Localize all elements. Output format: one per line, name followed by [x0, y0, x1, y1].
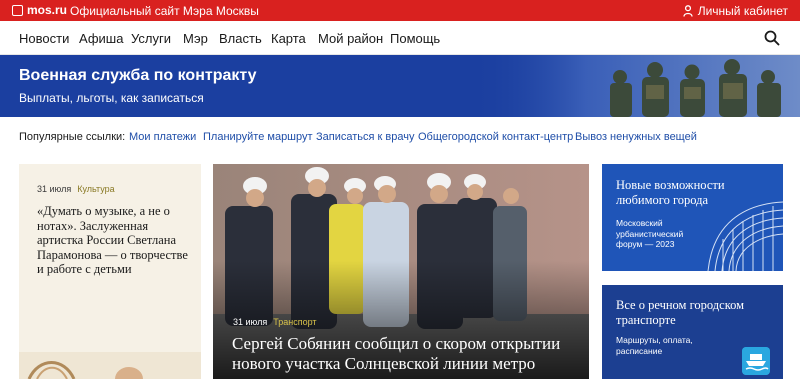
personal-cabinet-link[interactable]: Личный кабинет — [683, 4, 788, 18]
main-nav: Новости Афиша Услуги Мэр Власть Карта Мо… — [0, 21, 800, 55]
logo-text: mos.ru — [27, 3, 68, 17]
link-doctor-appointment[interactable]: Записаться к врачу — [316, 131, 414, 143]
card-subtitle: Московский урбанистический форум — 2023 — [616, 218, 684, 249]
card-subtitle: Маршруты, оплата, расписание — [616, 335, 693, 356]
nav-item-afisha[interactable]: Афиша — [79, 31, 123, 46]
nav-item-map[interactable]: Карта — [271, 31, 306, 46]
link-contact-center[interactable]: Общегородской контакт-центр — [418, 131, 573, 143]
news-card-main[interactable]: 31 июля Транспорт Сергей Собянин сообщил… — [213, 164, 589, 379]
banner-subtitle: Выплаты, льготы, как записаться — [19, 91, 204, 105]
popular-links: Популярные ссылки: Мои платежи Планируйт… — [0, 117, 800, 157]
nav-item-services[interactable]: Услуги — [131, 31, 171, 46]
card-meta: 31 июля Культура — [37, 184, 115, 194]
popular-links-label: Популярные ссылки: — [19, 131, 126, 143]
card-title: Все о речном городском транспорте — [616, 298, 745, 327]
promo-banner[interactable]: Военная служба по контракту Выплаты, льг… — [0, 55, 800, 117]
person-icon — [683, 5, 693, 17]
card-date: 31 июля — [37, 184, 72, 194]
card-category[interactable]: Культура — [77, 184, 114, 194]
card-meta: 31 июля Транспорт — [233, 317, 317, 327]
mos-logo-icon — [12, 4, 23, 16]
nav-item-mayor[interactable]: Мэр — [183, 31, 208, 46]
link-junk-removal[interactable]: Вывоз ненужных вещей — [575, 131, 697, 143]
nav-item-my-district[interactable]: Мой район — [318, 31, 383, 46]
card-headline: Сергей Собянин сообщил о скором открытии… — [232, 334, 561, 373]
card-date: 31 июля — [233, 317, 268, 327]
promo-card-urban-forum[interactable]: Новые возможности любимого города Москов… — [602, 164, 783, 271]
card-text: «Думать о музыке, а не о нотах». Заслуже… — [37, 204, 188, 276]
link-my-payments[interactable]: Мои платежи — [129, 131, 196, 143]
personal-cabinet-label: Личный кабинет — [697, 4, 788, 18]
banner-title: Военная служба по контракту — [19, 67, 257, 84]
promo-card-river-transport[interactable]: Все о речном городском транспорте Маршру… — [602, 285, 783, 379]
mos-logo[interactable]: mos.ru — [12, 3, 67, 17]
stadium-illustration — [707, 201, 783, 271]
boat-icon — [742, 347, 770, 375]
nav-item-news[interactable]: Новости — [19, 31, 69, 46]
news-card-culture[interactable]: 31 июля Культура «Думать о музыке, а не … — [19, 164, 201, 379]
soldiers-illustration — [470, 55, 800, 117]
site-title[interactable]: Официальный сайт Мэра Москвы — [70, 4, 259, 18]
link-plan-route[interactable]: Планируйте маршрут — [203, 131, 313, 143]
nav-item-help[interactable]: Помощь — [390, 31, 440, 46]
card-image — [19, 352, 201, 379]
nav-item-government[interactable]: Власть — [219, 31, 262, 46]
top-bar: mos.ru Официальный сайт Мэра Москвы Личн… — [0, 0, 800, 21]
search-icon[interactable] — [764, 30, 780, 46]
card-category[interactable]: Транспорт — [273, 317, 316, 327]
